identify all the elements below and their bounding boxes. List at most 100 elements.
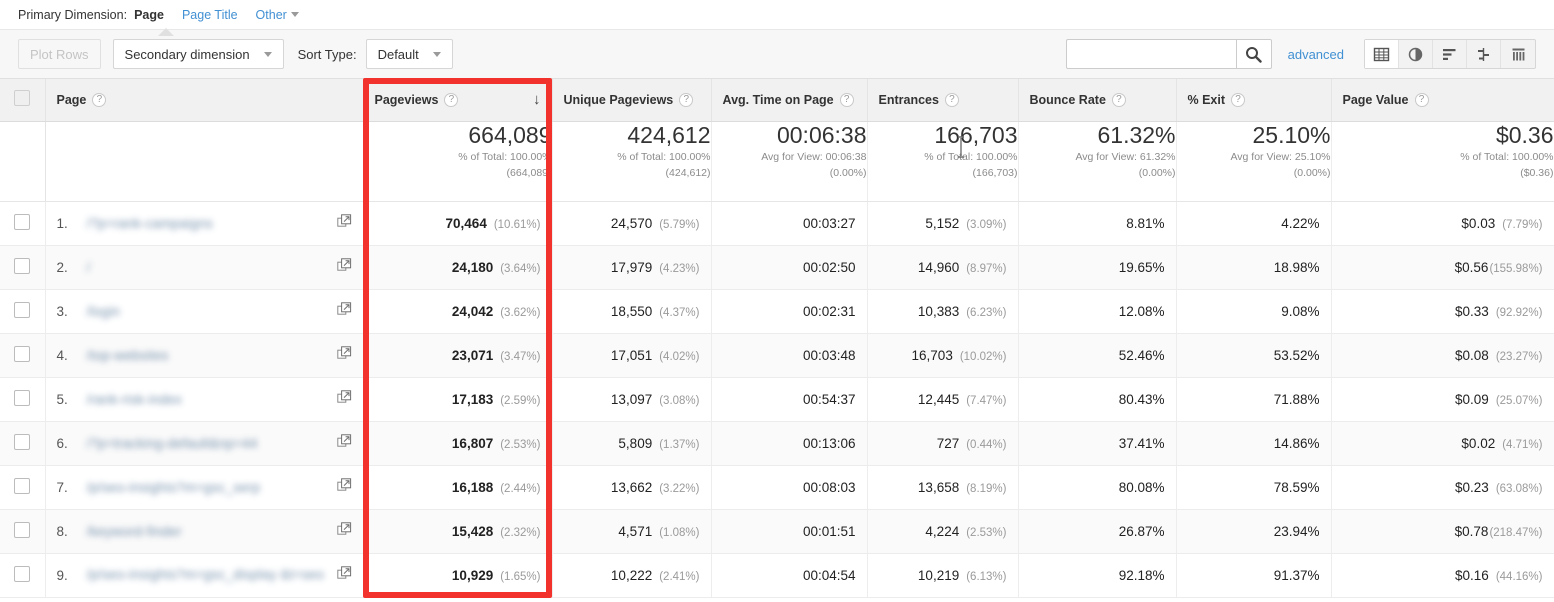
summary-entrances: 166,703 % of Total: 100.00% (166,703) [867,121,1018,201]
select-all-checkbox[interactable] [14,90,30,106]
open-in-new-window-icon[interactable] [337,434,352,452]
table-row[interactable]: 4. /top-websites 23,071(3.47%) 17,051(4.… [0,333,1554,377]
row-checkbox[interactable] [14,214,30,230]
page-value-cell: $0.16(44.16%) [1331,553,1554,597]
open-in-new-window-icon[interactable] [337,258,352,276]
help-icon[interactable]: ? [945,93,959,107]
comparison-view-button[interactable] [1467,40,1501,68]
row-checkbox[interactable] [14,522,30,538]
row-select-cell[interactable] [0,201,45,245]
open-in-new-window-icon[interactable] [337,478,352,496]
search-button[interactable] [1236,39,1272,69]
table-row[interactable]: 1. /?p=rank-campaigns 70,464(10.61%) 24,… [0,201,1554,245]
row-select-cell[interactable] [0,509,45,553]
row-select-cell[interactable] [0,289,45,333]
entrances-value: 4,224 [925,524,959,539]
row-checkbox[interactable] [14,478,30,494]
pageviews-value: 24,180 [452,260,493,275]
page-cell[interactable]: 1. /?p=rank-campaigns [45,201,363,245]
row-select-cell[interactable] [0,333,45,377]
page-path-redacted[interactable]: /p/seo-insights?m=gsc_display &t=seo [87,568,325,582]
page-cell[interactable]: 6. /?p=tracking-default&np=44 [45,421,363,465]
page-cell[interactable]: 9. /p/seo-insights?m=gsc_display &t=seo [45,553,363,597]
table-row[interactable]: 9. /p/seo-insights?m=gsc_display &t=seo … [0,553,1554,597]
page-path-redacted[interactable]: /top-websites [87,348,169,363]
page-path-redacted[interactable]: /keyword-finder [87,524,182,539]
row-select-cell[interactable] [0,377,45,421]
page-cell[interactable]: 4. /top-websites [45,333,363,377]
table-row[interactable]: 6. /?p=tracking-default&np=44 16,807(2.5… [0,421,1554,465]
row-checkbox[interactable] [14,258,30,274]
column-header-bounce-rate[interactable]: Bounce Rate ? [1018,79,1176,121]
pie-chart-view-button[interactable] [1399,40,1433,68]
help-icon[interactable]: ? [92,93,106,107]
table-view-button[interactable] [1365,40,1399,68]
open-in-new-window-icon[interactable] [337,390,352,408]
column-header-pct-exit[interactable]: % Exit ? [1176,79,1331,121]
help-icon[interactable]: ? [1112,93,1126,107]
advanced-link[interactable]: advanced [1288,47,1344,62]
open-in-new-window-icon[interactable] [337,566,352,584]
secondary-dimension-button[interactable]: Secondary dimension [113,39,284,69]
page-cell[interactable]: 2. / [45,245,363,289]
primary-dimension-tab-page[interactable]: Page [134,8,164,22]
page-path-redacted[interactable]: /?p=tracking-default&np=44 [87,436,258,451]
row-select-cell[interactable] [0,245,45,289]
open-in-new-window-icon[interactable] [337,346,352,364]
open-in-new-window-icon[interactable] [337,214,352,232]
help-icon[interactable]: ? [679,93,693,107]
pivot-view-button[interactable] [1501,40,1535,68]
table-row[interactable]: 2. / 24,180(3.64%) 17,979(4.23%) 00:02:5… [0,245,1554,289]
row-select-cell[interactable] [0,465,45,509]
table-row[interactable]: 8. /keyword-finder 15,428(2.32%) 4,571(1… [0,509,1554,553]
avg-time-on-page-value: 00:01:51 [803,524,856,539]
page-path-redacted[interactable]: /p/seo-insights?m=gsc_serp [87,480,261,495]
row-checkbox[interactable] [14,302,30,318]
table-row[interactable]: 7. /p/seo-insights?m=gsc_serp 16,188(2.4… [0,465,1554,509]
search-input[interactable] [1066,39,1236,69]
page-value-value: $0.08 [1455,348,1489,363]
sort-descending-icon[interactable]: ↓ [533,91,541,108]
open-in-new-window-icon[interactable] [337,522,352,540]
help-icon[interactable]: ? [1231,93,1245,107]
column-header-avg-time-on-page[interactable]: Avg. Time on Page ? [711,79,867,121]
summary-value: 664,089 [364,122,552,148]
performance-view-button[interactable] [1433,40,1467,68]
pct-exit-value: 18.98% [1274,260,1320,275]
column-header-pageviews[interactable]: Pageviews ? ↓ [363,79,552,121]
open-in-new-window-icon[interactable] [337,302,352,320]
row-checkbox[interactable] [14,390,30,406]
pct-exit-value: 4.22% [1281,216,1319,231]
page-cell[interactable]: 3. /login [45,289,363,333]
summary-value: 61.32% [1019,122,1176,148]
row-checkbox[interactable] [14,434,30,450]
column-header-entrances[interactable]: Entrances ? [867,79,1018,121]
primary-dimension-tab-page-title[interactable]: Page Title [182,8,238,22]
entrances-percent: (3.09%) [966,219,1006,231]
select-all-header[interactable] [0,79,45,121]
help-icon[interactable]: ? [1415,93,1429,107]
page-path-redacted[interactable]: /login [87,304,120,319]
sort-type-select[interactable]: Default [366,39,453,69]
help-icon[interactable]: ? [840,93,854,107]
column-header-unique-pageviews[interactable]: Unique Pageviews ? [552,79,711,121]
help-icon[interactable]: ? [444,93,458,107]
row-select-cell[interactable] [0,421,45,465]
plot-rows-button[interactable]: Plot Rows [18,39,101,69]
table-row[interactable]: 3. /login 24,042(3.62%) 18,550(4.37%) 00… [0,289,1554,333]
row-checkbox[interactable] [14,566,30,582]
page-path-redacted[interactable]: /rank-risk-index [87,392,182,407]
page-cell[interactable]: 5. /rank-risk-index [45,377,363,421]
avg-time-on-page-cell: 00:01:51 [711,509,867,553]
entrances-percent: (8.19%) [966,483,1006,495]
row-select-cell[interactable] [0,553,45,597]
primary-dimension-other-menu[interactable]: Other [256,8,299,22]
page-path-redacted[interactable]: / [87,260,91,275]
table-row[interactable]: 5. /rank-risk-index 17,183(2.59%) 13,097… [0,377,1554,421]
column-header-page[interactable]: Page ? [45,79,363,121]
row-checkbox[interactable] [14,346,30,362]
column-header-page-value[interactable]: Page Value ? [1331,79,1554,121]
page-cell[interactable]: 7. /p/seo-insights?m=gsc_serp [45,465,363,509]
page-cell[interactable]: 8. /keyword-finder [45,509,363,553]
page-path-redacted[interactable]: /?p=rank-campaigns [87,216,213,231]
